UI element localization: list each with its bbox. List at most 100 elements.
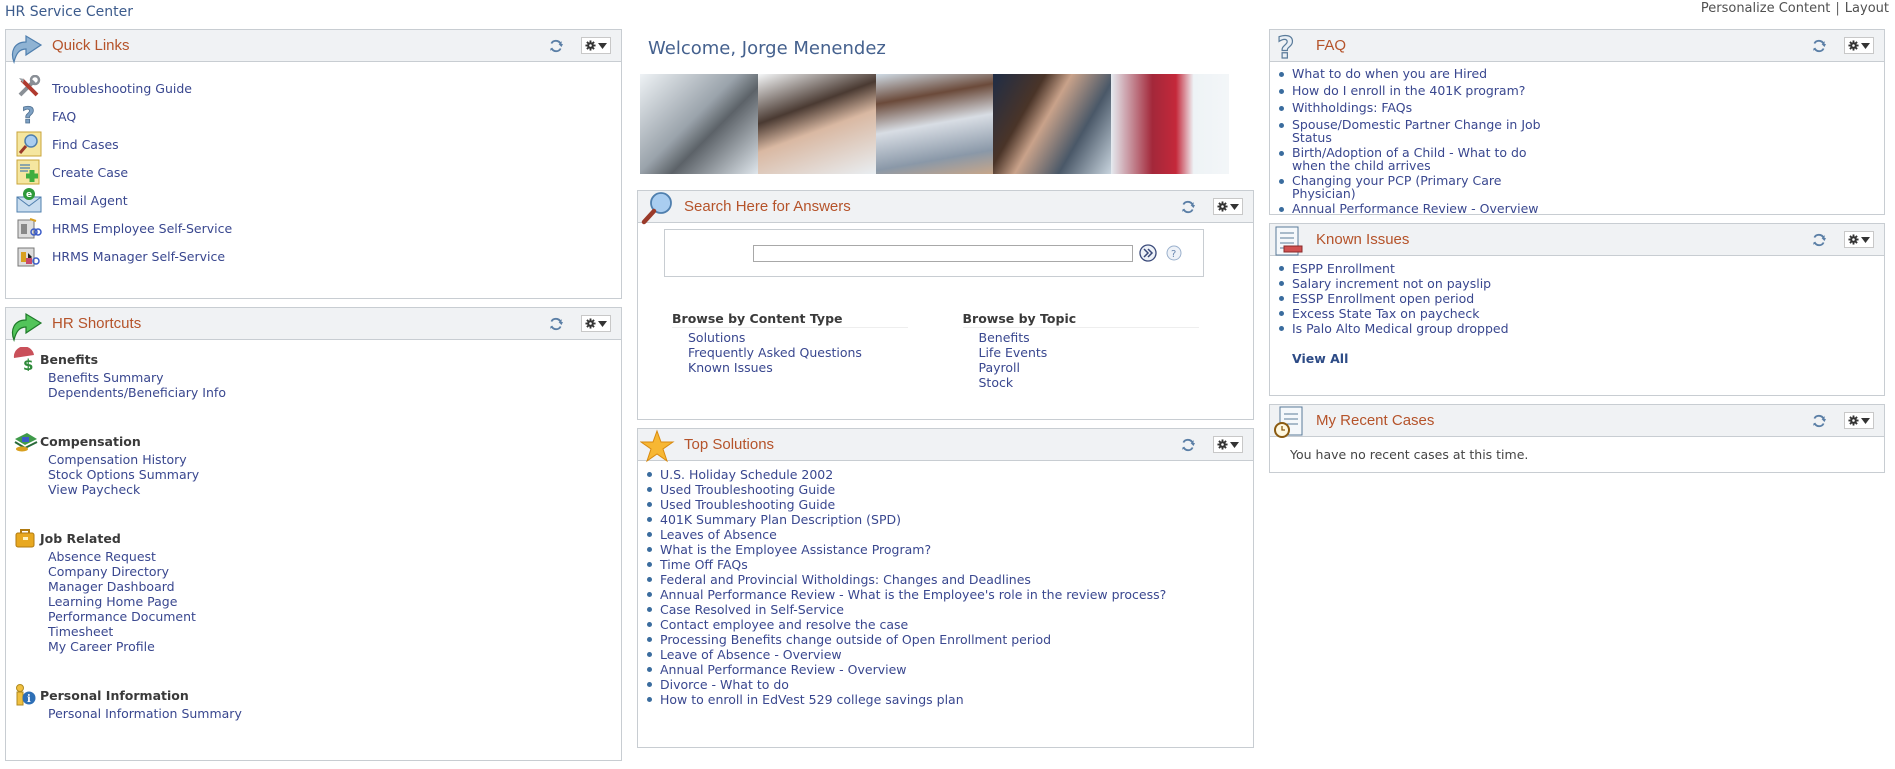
list-item-link[interactable]: Processing Benefits change outside of Op… [660, 632, 1051, 647]
quick-link-label[interactable]: HRMS Manager Self-Service [52, 249, 225, 264]
list-item-link[interactable]: What is the Employee Assistance Program? [660, 542, 931, 557]
list-item: Contact employee and resolve the case [646, 617, 1253, 632]
list-item-link[interactable]: ESPP Enrollment [1292, 261, 1395, 276]
refresh-icon[interactable] [1181, 200, 1195, 214]
quick-link-item[interactable]: Create Case [6, 158, 621, 186]
quick-link-item[interactable]: Troubleshooting Guide [6, 74, 621, 102]
browse-link[interactable]: Benefits [963, 330, 1254, 345]
list-item-link[interactable]: Leaves of Absence [660, 527, 777, 542]
quick-link-label[interactable]: Find Cases [52, 137, 119, 152]
list-item-link[interactable]: Annual Performance Review - Overview [1292, 201, 1539, 216]
pagelet-options-button[interactable] [581, 315, 611, 332]
browse-link[interactable]: Payroll [963, 360, 1254, 375]
email-icon: e [16, 188, 42, 213]
browse-link[interactable]: Life Events [963, 345, 1254, 360]
refresh-icon[interactable] [1812, 233, 1826, 247]
right-column: ? FAQ What to do when you are Hired How d… [1269, 29, 1885, 481]
shortcut-link[interactable]: View Paycheck [6, 482, 621, 497]
quick-link-item[interactable]: HRMS Manager Self-Service [6, 242, 621, 270]
pagelet-header: Search Here for Answers [638, 191, 1253, 224]
quick-link-label[interactable]: HRMS Employee Self-Service [52, 221, 232, 236]
gear-icon [1217, 439, 1228, 450]
known-issues-list: ESPP Enrollment Salary increment not on p… [1270, 256, 1884, 395]
list-item-link[interactable]: Divorce - What to do [660, 677, 789, 692]
hr-shortcuts-pagelet: HR Shortcuts $ Benefits Benefits Summary… [5, 307, 622, 761]
shortcut-group-title: Benefits [40, 351, 99, 367]
list-item-link[interactable]: ESSP Enrollment open period [1292, 291, 1474, 306]
pagelet-options-button[interactable] [1213, 198, 1243, 215]
refresh-icon[interactable] [1812, 414, 1826, 428]
list-item-link[interactable]: Annual Performance Review - Overview [660, 662, 907, 677]
pagelet-options-button[interactable] [1213, 436, 1243, 453]
gear-icon [585, 318, 596, 329]
list-item: ESSP Enrollment open period [1278, 291, 1884, 306]
quick-link-label[interactable]: Troubleshooting Guide [52, 81, 192, 96]
pagelet-options-button[interactable] [1844, 412, 1874, 429]
shortcut-link[interactable]: Performance Document [6, 609, 621, 624]
refresh-icon[interactable] [1812, 39, 1826, 53]
shortcut-link[interactable]: Manager Dashboard [6, 579, 621, 594]
list-item-link[interactable]: Leave of Absence - Overview [660, 647, 842, 662]
quick-link-item[interactable]: HRMS Employee Self-Service [6, 214, 621, 242]
pagelet-options-button[interactable] [1844, 37, 1874, 54]
list-item-link[interactable]: Time Off FAQs [660, 557, 748, 572]
list-item-link[interactable]: Excess State Tax on paycheck [1292, 306, 1479, 321]
quick-link-item[interactable]: Find Cases [6, 130, 621, 158]
refresh-icon[interactable] [549, 317, 563, 331]
search-box: ? [664, 229, 1204, 277]
browse-link[interactable]: Solutions [672, 330, 963, 345]
shortcut-link[interactable]: My Career Profile [6, 639, 621, 654]
shortcut-link[interactable]: Timesheet [6, 624, 621, 639]
quick-link-item[interactable]: e Email Agent [6, 186, 621, 214]
quick-link-item[interactable]: ? FAQ [6, 102, 621, 130]
pagelet-options-button[interactable] [581, 37, 611, 54]
shortcut-link[interactable]: Personal Information Summary [6, 706, 621, 721]
list-item-link[interactable]: Spouse/Domestic Partner Change in Job St… [1292, 117, 1541, 145]
layout-link[interactable]: Layout [1845, 1, 1889, 16]
list-item-link[interactable]: Case Resolved in Self-Service [660, 602, 844, 617]
list-item-link[interactable]: Federal and Provincial Witholdings: Chan… [660, 572, 1031, 587]
browse-link[interactable]: Frequently Asked Questions [672, 345, 963, 360]
pagelet-title: HR Shortcuts [52, 315, 142, 332]
list-item-link[interactable]: Salary increment not on payslip [1292, 276, 1491, 291]
recent-cases-message: You have no recent cases at this time. [1290, 447, 1529, 462]
list-item-link[interactable]: Is Palo Alto Medical group dropped [1292, 321, 1509, 336]
list-item-link[interactable]: How to enroll in EdVest 529 college savi… [660, 692, 964, 707]
refresh-icon[interactable] [549, 39, 563, 53]
list-item-link[interactable]: Used Troubleshooting Guide [660, 482, 835, 497]
browse-link[interactable]: Known Issues [672, 360, 963, 375]
list-item: U.S. Holiday Schedule 2002 [646, 467, 1253, 482]
list-item: Salary increment not on payslip [1278, 276, 1884, 291]
list-item-link[interactable]: Used Troubleshooting Guide [660, 497, 835, 512]
personalize-content-link[interactable]: Personalize Content [1701, 1, 1831, 16]
shortcut-link[interactable]: Compensation History [6, 452, 621, 467]
list-item-link[interactable]: Annual Performance Review - What is the … [660, 587, 1166, 602]
top-links-separator: | [1835, 1, 1840, 16]
list-item-link[interactable]: Withholdings: FAQs [1292, 100, 1412, 115]
list-item-link[interactable]: 401K Summary Plan Description (SPD) [660, 512, 901, 527]
known-issues-view-all-link[interactable]: View All [1292, 351, 1884, 366]
shortcut-link[interactable]: Absence Request [6, 549, 621, 564]
quick-link-label[interactable]: Create Case [52, 165, 128, 180]
shortcut-link[interactable]: Dependents/Beneficiary Info [6, 385, 621, 400]
chevron-down-icon [1861, 236, 1870, 243]
pagelet-options-button[interactable] [1844, 231, 1874, 248]
shortcut-link[interactable]: Learning Home Page [6, 594, 621, 609]
browse-link[interactable]: Stock [963, 375, 1254, 390]
refresh-icon[interactable] [1181, 438, 1195, 452]
search-input[interactable] [753, 244, 1133, 262]
list-item-link[interactable]: How do I enroll in the 401K program? [1292, 83, 1525, 98]
list-item-link[interactable]: Changing your PCP (Primary Care Physicia… [1292, 173, 1501, 201]
list-item-link[interactable]: What to do when you are Hired [1292, 66, 1487, 81]
shortcut-link[interactable]: Benefits Summary [6, 370, 621, 385]
shortcut-link[interactable]: Stock Options Summary [6, 467, 621, 482]
list-item-link[interactable]: Contact employee and resolve the case [660, 617, 908, 632]
list-item-link[interactable]: U.S. Holiday Schedule 2002 [660, 467, 833, 482]
quick-link-label[interactable]: Email Agent [52, 193, 128, 208]
top-solutions-list: U.S. Holiday Schedule 2002 Used Troublesh… [638, 461, 1253, 747]
quick-link-label[interactable]: FAQ [52, 109, 76, 124]
list-item-link[interactable]: Birth/Adoption of a Child - What to do w… [1292, 145, 1527, 173]
shortcut-link[interactable]: Company Directory [6, 564, 621, 579]
search-go-button[interactable] [1139, 244, 1157, 262]
help-icon[interactable]: ? [1166, 245, 1182, 261]
